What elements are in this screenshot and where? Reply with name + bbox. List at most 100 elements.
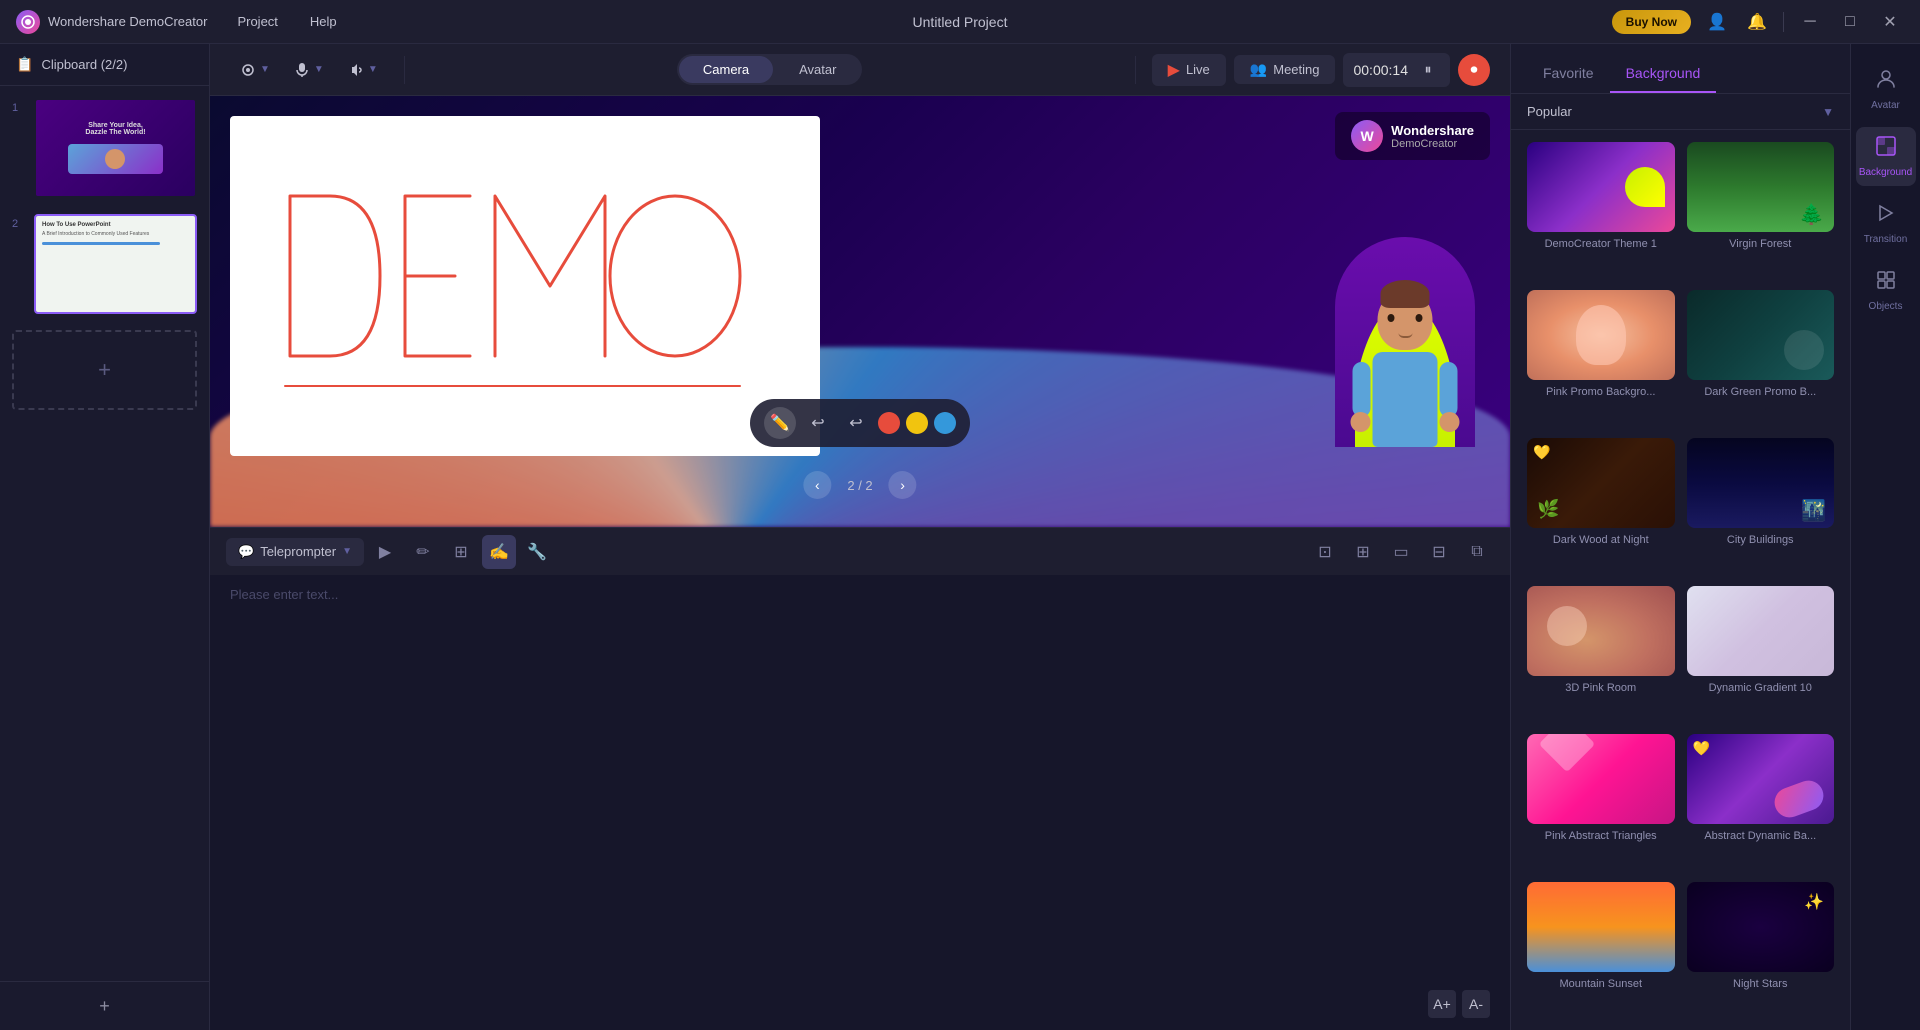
meeting-button[interactable]: 👥 Meeting <box>1234 55 1336 84</box>
slide-item-2[interactable]: 2 How To Use PowerPoint A Brief Introduc… <box>8 210 201 318</box>
wm-line2: DemoCreator <box>1391 138 1474 150</box>
transition-label: Transition <box>1864 234 1908 245</box>
toolbar-camera-group: ▼ ▼ ▼ <box>230 56 388 84</box>
add-slide-button[interactable]: + <box>12 330 197 410</box>
prev-slide-button[interactable]: ‹ <box>803 471 831 499</box>
bg-item-stars[interactable]: Night Stars <box>1687 882 1835 1018</box>
bg-item-democreator[interactable]: DemoCreator Theme 1 <box>1527 142 1675 278</box>
timer-group: 00:00:14 ⏸ <box>1343 53 1450 87</box>
pointer-tool[interactable]: ▶ <box>368 535 402 569</box>
background-icon <box>1875 135 1897 163</box>
bg-thumb-democreator <box>1527 142 1675 232</box>
bg-item-pink-abstract[interactable]: Pink Abstract Triangles <box>1527 734 1675 870</box>
bg-thumb-pink-promo <box>1527 290 1675 380</box>
avatar-figure <box>1373 270 1438 447</box>
color-red[interactable] <box>878 412 900 434</box>
bg-item-dark-green[interactable]: Dark Green Promo B... <box>1687 290 1835 426</box>
avatar-mode-button[interactable]: Avatar <box>775 56 860 83</box>
layout-2[interactable]: ⊞ <box>1346 535 1380 569</box>
tab-background[interactable]: Background <box>1610 55 1717 93</box>
cam-avatar-group: Camera Avatar <box>677 54 863 85</box>
bg-preview-pink-promo <box>1527 290 1675 380</box>
text-size-decrease[interactable]: A- <box>1462 990 1490 1018</box>
crop-tool[interactable]: ⊞ <box>444 535 478 569</box>
menu-project[interactable]: Project <box>231 10 283 33</box>
bg-item-pink-promo[interactable]: Pink Promo Backgro... <box>1527 290 1675 426</box>
popular-dropdown[interactable]: Popular ▼ <box>1527 104 1834 119</box>
live-button[interactable]: ▶ Live <box>1152 54 1226 86</box>
bg-item-abstract-dynamic[interactable]: 💛 Abstract Dynamic Ba... <box>1687 734 1835 870</box>
avatar-hand-left <box>1351 412 1371 432</box>
text-size-increase[interactable]: A+ <box>1428 990 1456 1018</box>
undo-button[interactable]: ↩ <box>802 407 834 439</box>
bg-item-dynamic-gradient[interactable]: Dynamic Gradient 10 <box>1687 586 1835 722</box>
titlebar-menu: Project Help <box>231 10 342 33</box>
stamp-tool[interactable]: 🔧 <box>520 535 554 569</box>
bg-preview-democreator <box>1527 142 1675 232</box>
titlebar-separator <box>1783 12 1784 32</box>
bg-label-mountain: Mountain Sunset <box>1527 978 1675 990</box>
timer-display: 00:00:14 <box>1353 62 1408 78</box>
bg-preview-city-buildings <box>1687 438 1835 528</box>
color-blue[interactable] <box>934 412 956 434</box>
sidebar-item-background[interactable]: Background <box>1856 127 1916 186</box>
transition-icon <box>1875 202 1897 230</box>
bg-label-dark-green: Dark Green Promo B... <box>1687 386 1835 398</box>
avatar-icon <box>1875 68 1897 96</box>
mic-settings-button[interactable]: ▼ <box>284 56 334 84</box>
avatar-container <box>1330 167 1480 447</box>
avatar-mouth <box>1398 333 1412 338</box>
layout-4[interactable]: ⊟ <box>1422 535 1456 569</box>
background-label: Background <box>1859 167 1912 178</box>
menu-help[interactable]: Help <box>304 10 343 33</box>
redo-button[interactable]: ↩ <box>840 407 872 439</box>
maximize-button[interactable]: □ <box>1836 8 1864 36</box>
teleprompter-button[interactable]: 💬 Teleprompter ▼ <box>226 538 364 566</box>
camera-mode-button[interactable]: Camera <box>679 56 773 83</box>
add-slide-icon: + <box>98 357 111 383</box>
add-clip-button[interactable]: + <box>91 992 119 1020</box>
sidebar-item-transition[interactable]: Transition <box>1856 194 1916 253</box>
whiteboard[interactable] <box>230 116 820 456</box>
bg-item-3d-pink[interactable]: 3D Pink Room <box>1527 586 1675 722</box>
toolbar: ▼ ▼ ▼ Camera Avatar ▶ Live <box>210 44 1510 96</box>
close-button[interactable]: ✕ <box>1876 8 1904 36</box>
sidebar-item-objects[interactable]: Objects <box>1856 261 1916 320</box>
audio-settings-button[interactable]: ▼ <box>338 56 388 84</box>
layout-3[interactable]: ▭ <box>1384 535 1418 569</box>
avatar-arm-right <box>1440 362 1458 417</box>
slide-item-1[interactable]: 1 Share Your Idea,Dazzle The World! <box>8 94 201 202</box>
minimize-button[interactable]: ─ <box>1796 8 1824 36</box>
pause-button[interactable]: ⏸ <box>1416 58 1440 82</box>
user-icon[interactable]: 👤 <box>1703 8 1731 36</box>
tab-favorite[interactable]: Favorite <box>1527 55 1610 93</box>
bg-item-dark-wood[interactable]: 💛 Dark Wood at Night <box>1527 438 1675 574</box>
buy-now-button[interactable]: Buy Now <box>1612 10 1691 34</box>
drawing-tools: ✏️ ↩ ↩ <box>750 399 970 447</box>
notification-icon[interactable]: 🔔 <box>1743 8 1771 36</box>
drawing-canvas[interactable] <box>230 116 820 456</box>
meeting-icon: 👥 <box>1250 61 1267 78</box>
pen-tool[interactable]: ✏ <box>406 535 440 569</box>
next-slide-button[interactable]: › <box>889 471 917 499</box>
slide2-title: How To Use PowerPoint <box>42 222 189 228</box>
color-yellow[interactable] <box>906 412 928 434</box>
layout-1[interactable]: ⊡ <box>1308 535 1342 569</box>
layout-5[interactable]: ⧉ <box>1460 535 1494 569</box>
bg-thumb-dark-green <box>1687 290 1835 380</box>
bg-item-virgin-forest[interactable]: Virgin Forest <box>1687 142 1835 278</box>
bg-item-city-buildings[interactable]: City Buildings <box>1687 438 1835 574</box>
record-button[interactable]: ⏺ <box>1458 54 1490 86</box>
camera-settings-button[interactable]: ▼ <box>230 56 280 84</box>
text-size-controls: A+ A- <box>1428 990 1490 1018</box>
bg-item-mountain[interactable]: Mountain Sunset <box>1527 882 1675 1018</box>
center-area: ▼ ▼ ▼ Camera Avatar ▶ Live <box>210 44 1510 1030</box>
pen-tool-button[interactable]: ✏️ <box>764 407 796 439</box>
sidebar-item-avatar[interactable]: Avatar <box>1856 60 1916 119</box>
slide2-subtitle: A Brief Introduction to Commonly Used Fe… <box>42 231 189 237</box>
bg-thumb-mountain <box>1527 882 1675 972</box>
bg-preview-mountain <box>1527 882 1675 972</box>
dropdown-chevron: ▼ <box>1822 105 1834 119</box>
slide-navigation: ‹ 2 / 2 › <box>803 471 916 499</box>
draw-tool-btn[interactable]: ✍ <box>482 535 516 569</box>
